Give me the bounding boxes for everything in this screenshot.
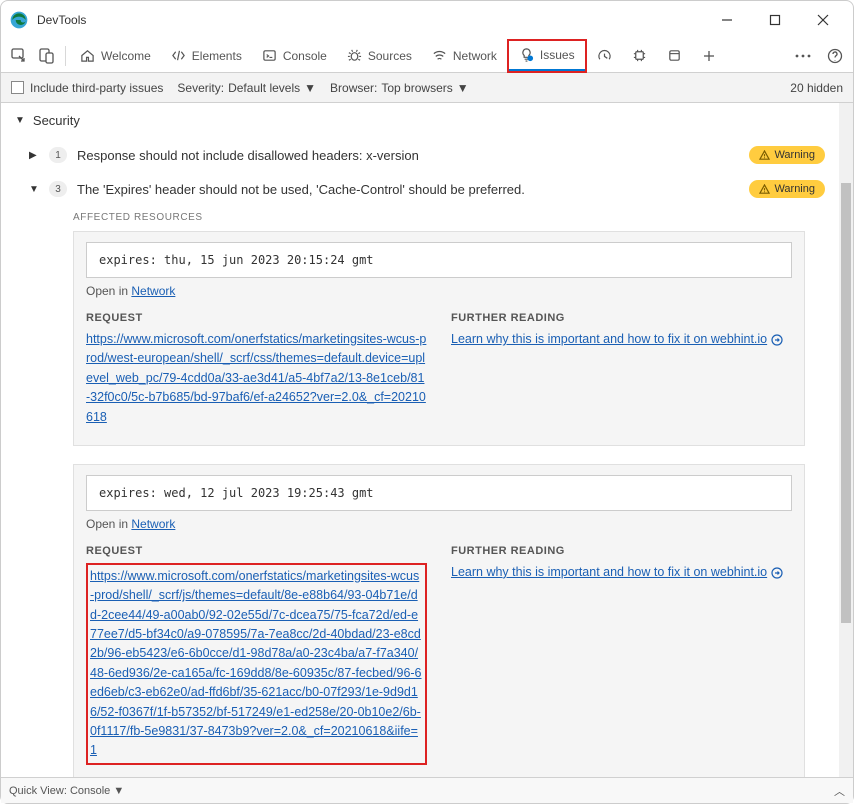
request-url-link[interactable]: https://www.microsoft.com/onerfstatics/m… bbox=[86, 330, 427, 427]
warning-badge: Warning bbox=[749, 146, 825, 164]
titlebar: DevTools bbox=[1, 1, 853, 39]
chevron-down-icon: ▼ bbox=[304, 81, 316, 95]
code-icon bbox=[171, 48, 186, 63]
app-icon bbox=[667, 48, 682, 63]
window-title: DevTools bbox=[37, 13, 705, 27]
gauge-icon bbox=[597, 48, 612, 63]
external-link-icon bbox=[771, 334, 783, 346]
add-tab-button[interactable] bbox=[692, 39, 726, 73]
caret-down-icon: ▼ bbox=[29, 184, 39, 195]
tab-issues-label: Issues bbox=[540, 48, 575, 62]
third-party-label: Include third-party issues bbox=[30, 81, 163, 95]
tab-welcome-label: Welcome bbox=[101, 49, 151, 63]
edge-logo-icon bbox=[9, 10, 29, 30]
tab-network[interactable]: Network bbox=[422, 39, 507, 73]
chevron-down-icon: ▼ bbox=[457, 81, 469, 95]
open-in-network-link[interactable]: Network bbox=[131, 517, 175, 531]
resource-card: expires: thu, 15 jun 2023 20:15:24 gmt O… bbox=[73, 231, 805, 446]
open-in-line: Open in Network bbox=[86, 517, 792, 531]
hidden-count[interactable]: 20 hidden bbox=[790, 81, 843, 95]
severity-filter[interactable]: Severity:Default levels▼ bbox=[177, 81, 316, 95]
separator bbox=[65, 46, 66, 66]
security-section-header[interactable]: ▼ Security bbox=[1, 103, 839, 138]
caret-right-icon: ▶ bbox=[29, 150, 39, 161]
tabs: Welcome Elements Console Sources Network… bbox=[70, 39, 789, 73]
chevron-down-icon: ▼ bbox=[113, 785, 124, 797]
console-icon bbox=[262, 48, 277, 63]
request-header: REQUEST bbox=[86, 545, 427, 557]
third-party-checkbox[interactable]: Include third-party issues bbox=[11, 81, 163, 95]
tab-sources-label: Sources bbox=[368, 49, 412, 63]
lightbulb-icon bbox=[519, 47, 534, 62]
content-wrapper: ▼ Security ▶ 1 Response should not inclu… bbox=[1, 103, 853, 777]
toolbar-right bbox=[789, 42, 849, 70]
scrollbar[interactable] bbox=[839, 103, 853, 777]
tab-application[interactable] bbox=[657, 39, 692, 73]
tab-memory[interactable] bbox=[622, 39, 657, 73]
window-buttons bbox=[705, 5, 845, 35]
issue-count: 1 bbox=[49, 147, 67, 163]
request-url-link[interactable]: https://www.microsoft.com/onerfstatics/m… bbox=[90, 567, 423, 761]
open-in-line: Open in Network bbox=[86, 284, 792, 298]
quickview-bar[interactable]: Quick View: Console ▼ ︿ bbox=[1, 777, 853, 803]
issue-title: Response should not include disallowed h… bbox=[77, 148, 749, 163]
bug-icon bbox=[347, 48, 362, 63]
warning-icon bbox=[759, 150, 770, 161]
close-button[interactable] bbox=[801, 5, 845, 35]
caret-down-icon: ▼ bbox=[15, 115, 25, 126]
tab-network-label: Network bbox=[453, 49, 497, 63]
maximize-button[interactable] bbox=[753, 5, 797, 35]
further-reading-link[interactable]: Learn why this is important and how to f… bbox=[451, 565, 767, 579]
issue-title: The 'Expires' header should not be used,… bbox=[77, 182, 749, 197]
request-column: REQUEST https://www.microsoft.com/onerfs… bbox=[86, 545, 427, 765]
tab-elements-label: Elements bbox=[192, 49, 242, 63]
warning-icon bbox=[759, 184, 770, 195]
inspect-element-icon[interactable] bbox=[5, 42, 33, 70]
tab-elements[interactable]: Elements bbox=[161, 39, 252, 73]
tab-welcome[interactable]: Welcome bbox=[70, 39, 161, 73]
tab-sources[interactable]: Sources bbox=[337, 39, 422, 73]
resource-card: expires: wed, 12 jul 2023 19:25:43 gmt O… bbox=[73, 464, 805, 777]
chevron-up-icon[interactable]: ︿ bbox=[834, 783, 845, 799]
external-link-icon bbox=[771, 567, 783, 579]
browser-filter[interactable]: Browser:Top browsers▼ bbox=[330, 81, 469, 95]
further-reading-link[interactable]: Learn why this is important and how to f… bbox=[451, 332, 767, 346]
tab-console-label: Console bbox=[283, 49, 327, 63]
further-reading-header: FURTHER READING bbox=[451, 312, 792, 324]
minimize-button[interactable] bbox=[705, 5, 749, 35]
wifi-icon bbox=[432, 48, 447, 63]
devtools-toolbar: Welcome Elements Console Sources Network… bbox=[1, 39, 853, 73]
quickview-label: Quick View: bbox=[9, 785, 67, 797]
security-section-title: Security bbox=[33, 113, 80, 128]
help-icon[interactable] bbox=[821, 42, 849, 70]
issue-row[interactable]: ▶ 1 Response should not include disallow… bbox=[1, 138, 839, 172]
quickview-value: Console bbox=[70, 785, 110, 797]
home-icon bbox=[80, 48, 95, 63]
checkbox-icon bbox=[11, 81, 24, 94]
open-in-network-link[interactable]: Network bbox=[131, 284, 175, 298]
issues-content: ▼ Security ▶ 1 Response should not inclu… bbox=[1, 103, 839, 777]
request-column: REQUEST https://www.microsoft.com/onerfs… bbox=[86, 312, 427, 427]
issue-row[interactable]: ▼ 3 The 'Expires' header should not be u… bbox=[1, 172, 839, 206]
tab-issues-highlighted[interactable]: Issues bbox=[507, 39, 587, 73]
further-reading-header: FURTHER READING bbox=[451, 545, 792, 557]
tab-console[interactable]: Console bbox=[252, 39, 337, 73]
affected-resources-section: AFFECTED RESOURCES expires: thu, 15 jun … bbox=[1, 206, 819, 777]
warning-badge: Warning bbox=[749, 180, 825, 198]
filters-bar: Include third-party issues Severity:Defa… bbox=[1, 73, 853, 103]
tab-performance[interactable] bbox=[587, 39, 622, 73]
issue-count: 3 bbox=[49, 181, 67, 197]
more-menu-icon[interactable] bbox=[789, 42, 817, 70]
affected-resources-label: AFFECTED RESOURCES bbox=[73, 212, 805, 223]
expires-header-box: expires: thu, 15 jun 2023 20:15:24 gmt bbox=[86, 242, 792, 278]
highlighted-request: https://www.microsoft.com/onerfstatics/m… bbox=[86, 563, 427, 765]
chip-icon bbox=[632, 48, 647, 63]
further-reading-column: FURTHER READING Learn why this is import… bbox=[451, 545, 792, 765]
request-header: REQUEST bbox=[86, 312, 427, 324]
device-emulation-icon[interactable] bbox=[33, 42, 61, 70]
scrollbar-thumb[interactable] bbox=[841, 183, 851, 623]
further-reading-column: FURTHER READING Learn why this is import… bbox=[451, 312, 792, 427]
expires-header-box: expires: wed, 12 jul 2023 19:25:43 gmt bbox=[86, 475, 792, 511]
